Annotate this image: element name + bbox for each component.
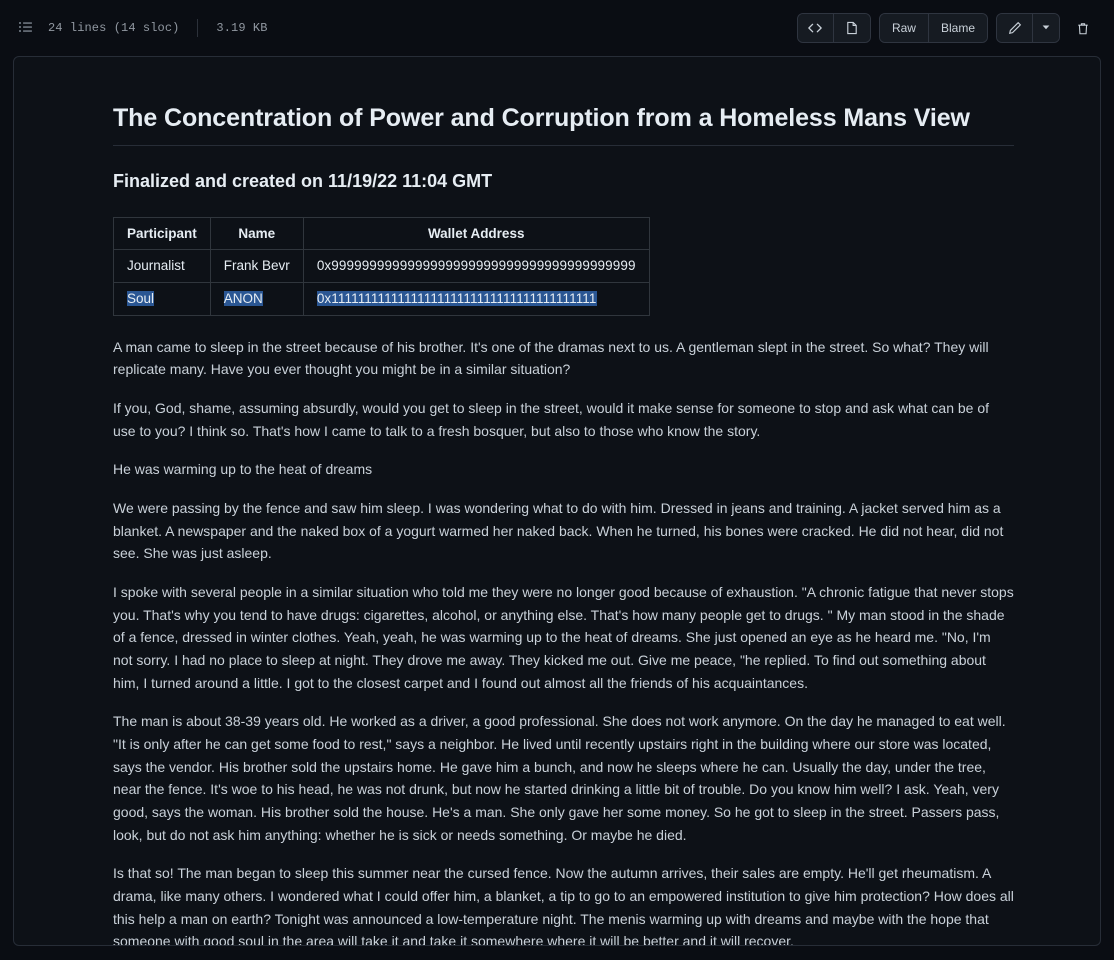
markdown-body: The Concentration of Power and Corruptio… [14,57,1100,946]
cell-participant: Soul [113,282,211,316]
edit-file-button[interactable] [997,14,1033,42]
file-toolbar-right: Raw Blame [796,13,1098,43]
body-paragraph: The man is about 38-39 years old. He wor… [113,713,1006,843]
file-page-icon [845,21,859,35]
cell-wallet-address: 0x11111111111111111111111111111111111111… [302,282,650,316]
body-paragraph: A man came to sleep in the street becaus… [113,338,989,378]
trash-icon [1076,21,1090,35]
selected-text: Soul [127,291,155,307]
page-title: The Concentration of Power and Corruptio… [113,102,1014,146]
toolbar-divider [197,19,199,37]
table-row: Journalist Frank Bevr 0x9999999999999999… [113,249,650,284]
participants-table: Participant Name Wallet Address Journali… [113,216,650,316]
cell-wallet-address: 0x99999999999999999999999999999999999999… [302,249,650,284]
file-content-frame: The Concentration of Power and Corruptio… [13,56,1101,946]
file-toolbar-left: 24 lines (14 sloc) 3.19 KB [18,19,268,37]
edit-button-group [996,13,1060,43]
cell-name: Frank Bevr [209,249,304,284]
column-header-participant: Participant [113,216,211,251]
table-head: Participant Name Wallet Address [113,216,650,251]
body-paragraph: He was warming up to the heat of dreams [113,461,373,478]
column-header-name: Name [209,216,304,251]
raw-blame-button-group: Raw Blame [878,13,988,43]
body-paragraph: We were passing by the fence and saw him… [113,499,1004,562]
file-size-info: 3.19 KB [216,21,268,35]
table-row: Soul ANON 0x1111111111111111111111111111… [113,282,650,316]
cell-participant: Journalist [113,249,211,284]
file-lines-info: 24 lines (14 sloc) [48,21,180,35]
pencil-icon [1008,21,1022,35]
code-brackets-icon [808,21,823,35]
code-view-button[interactable] [797,14,834,42]
delete-file-button[interactable] [1068,14,1098,42]
table-header-row: Participant Name Wallet Address [113,216,650,251]
raw-button[interactable]: Raw [879,14,929,42]
body-paragraph: If you, God, shame, assuming absurdly, w… [113,399,990,439]
selected-text: 0x11111111111111111111111111111111111111… [316,291,597,307]
list-outline-icon[interactable] [18,20,34,36]
page-subtitle: Finalized and created on 11/19/22 11:04 … [113,170,493,191]
selected-text: ANON [223,291,263,307]
file-toolbar: 24 lines (14 sloc) 3.19 KB Raw Blame [0,0,1114,56]
table-body: Journalist Frank Bevr 0x9999999999999999… [113,249,650,316]
blame-button[interactable]: Blame [928,14,987,42]
edit-options-dropdown-button[interactable] [1033,14,1059,42]
view-mode-button-group [796,13,871,43]
chevron-down-icon [1039,21,1053,35]
preview-view-button[interactable] [833,14,870,42]
cell-name: ANON [209,282,304,316]
body-paragraph: I spoke with several people in a similar… [113,583,1014,691]
body-paragraph: Is that so! The man began to sleep this … [113,865,1014,946]
column-header-wallet-address: Wallet Address [302,216,650,251]
